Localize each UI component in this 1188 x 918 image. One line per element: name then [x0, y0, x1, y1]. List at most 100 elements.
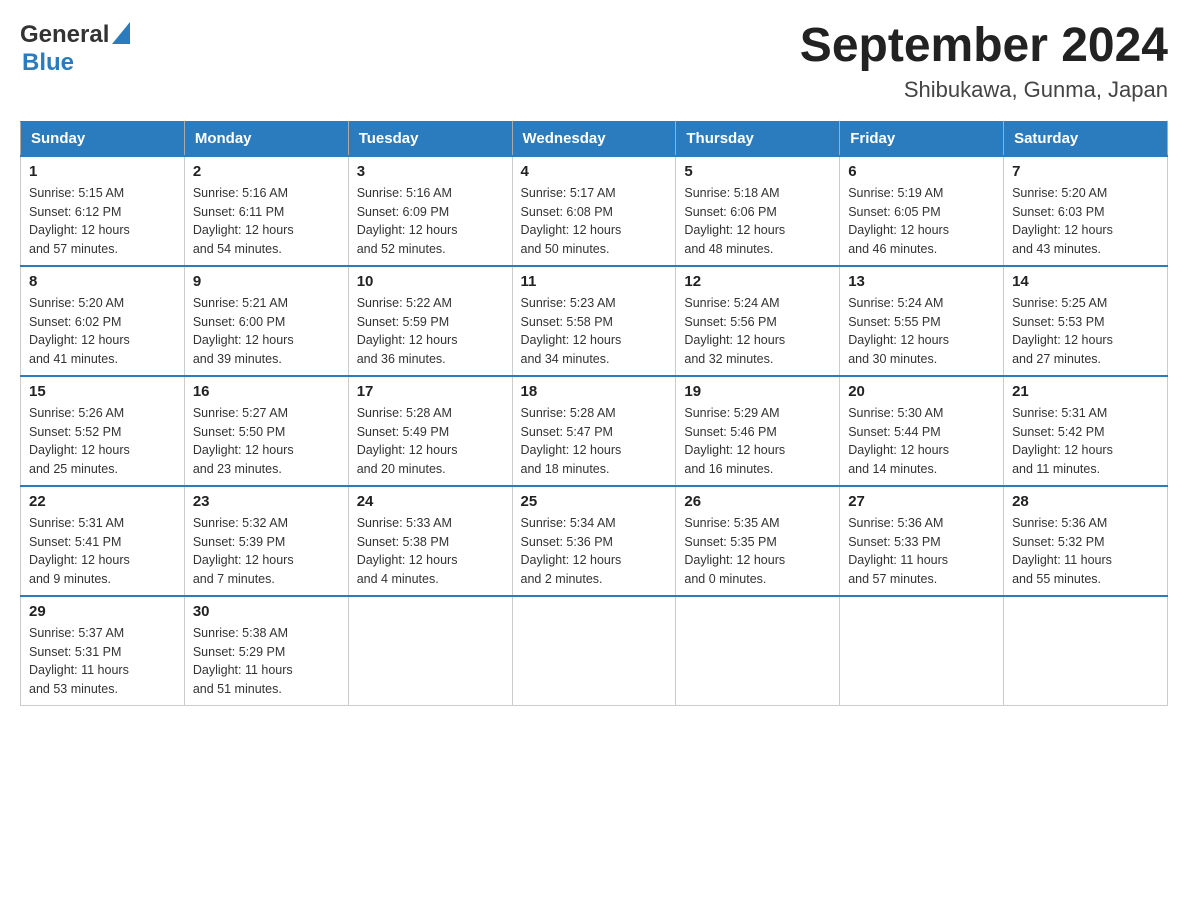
calendar-cell: 16 Sunrise: 5:27 AM Sunset: 5:50 PM Dayl… — [184, 376, 348, 486]
day-info: Sunrise: 5:36 AM Sunset: 5:32 PM Dayligh… — [1012, 514, 1159, 589]
logo-blue-text: Blue — [22, 49, 74, 76]
day-info: Sunrise: 5:24 AM Sunset: 5:56 PM Dayligh… — [684, 294, 831, 369]
calendar-cell: 4 Sunrise: 5:17 AM Sunset: 6:08 PM Dayli… — [512, 156, 676, 266]
calendar-cell: 6 Sunrise: 5:19 AM Sunset: 6:05 PM Dayli… — [840, 156, 1004, 266]
day-info: Sunrise: 5:24 AM Sunset: 5:55 PM Dayligh… — [848, 294, 995, 369]
calendar-cell — [840, 596, 1004, 706]
day-number: 10 — [357, 273, 504, 290]
calendar-cell: 24 Sunrise: 5:33 AM Sunset: 5:38 PM Dayl… — [348, 486, 512, 596]
day-number: 2 — [193, 163, 340, 180]
day-number: 4 — [521, 163, 668, 180]
calendar-week-row: 8 Sunrise: 5:20 AM Sunset: 6:02 PM Dayli… — [21, 266, 1168, 376]
day-info: Sunrise: 5:33 AM Sunset: 5:38 PM Dayligh… — [357, 514, 504, 589]
header-thursday: Thursday — [676, 121, 840, 156]
calendar-cell: 29 Sunrise: 5:37 AM Sunset: 5:31 PM Dayl… — [21, 596, 185, 706]
day-info: Sunrise: 5:20 AM Sunset: 6:03 PM Dayligh… — [1012, 184, 1159, 259]
calendar-cell: 3 Sunrise: 5:16 AM Sunset: 6:09 PM Dayli… — [348, 156, 512, 266]
day-number: 28 — [1012, 493, 1159, 510]
day-info: Sunrise: 5:34 AM Sunset: 5:36 PM Dayligh… — [521, 514, 668, 589]
calendar-cell: 13 Sunrise: 5:24 AM Sunset: 5:55 PM Dayl… — [840, 266, 1004, 376]
day-number: 11 — [521, 273, 668, 290]
logo: General Blue — [20, 20, 130, 77]
weekday-header-row: Sunday Monday Tuesday Wednesday Thursday… — [21, 121, 1168, 156]
calendar-cell: 7 Sunrise: 5:20 AM Sunset: 6:03 PM Dayli… — [1004, 156, 1168, 266]
day-number: 5 — [684, 163, 831, 180]
day-number: 22 — [29, 493, 176, 510]
calendar-cell: 8 Sunrise: 5:20 AM Sunset: 6:02 PM Dayli… — [21, 266, 185, 376]
calendar-cell: 9 Sunrise: 5:21 AM Sunset: 6:00 PM Dayli… — [184, 266, 348, 376]
calendar-cell: 23 Sunrise: 5:32 AM Sunset: 5:39 PM Dayl… — [184, 486, 348, 596]
day-number: 27 — [848, 493, 995, 510]
calendar-cell: 28 Sunrise: 5:36 AM Sunset: 5:32 PM Dayl… — [1004, 486, 1168, 596]
calendar-cell — [512, 596, 676, 706]
day-info: Sunrise: 5:18 AM Sunset: 6:06 PM Dayligh… — [684, 184, 831, 259]
calendar-week-row: 29 Sunrise: 5:37 AM Sunset: 5:31 PM Dayl… — [21, 596, 1168, 706]
calendar-cell: 30 Sunrise: 5:38 AM Sunset: 5:29 PM Dayl… — [184, 596, 348, 706]
day-info: Sunrise: 5:25 AM Sunset: 5:53 PM Dayligh… — [1012, 294, 1159, 369]
day-info: Sunrise: 5:37 AM Sunset: 5:31 PM Dayligh… — [29, 624, 176, 699]
day-number: 3 — [357, 163, 504, 180]
day-info: Sunrise: 5:20 AM Sunset: 6:02 PM Dayligh… — [29, 294, 176, 369]
day-info: Sunrise: 5:26 AM Sunset: 5:52 PM Dayligh… — [29, 404, 176, 479]
day-info: Sunrise: 5:35 AM Sunset: 5:35 PM Dayligh… — [684, 514, 831, 589]
day-number: 9 — [193, 273, 340, 290]
calendar-week-row: 15 Sunrise: 5:26 AM Sunset: 5:52 PM Dayl… — [21, 376, 1168, 486]
day-info: Sunrise: 5:22 AM Sunset: 5:59 PM Dayligh… — [357, 294, 504, 369]
calendar-cell: 14 Sunrise: 5:25 AM Sunset: 5:53 PM Dayl… — [1004, 266, 1168, 376]
day-number: 21 — [1012, 383, 1159, 400]
header-saturday: Saturday — [1004, 121, 1168, 156]
calendar-cell — [1004, 596, 1168, 706]
calendar-week-row: 1 Sunrise: 5:15 AM Sunset: 6:12 PM Dayli… — [21, 156, 1168, 266]
day-info: Sunrise: 5:36 AM Sunset: 5:33 PM Dayligh… — [848, 514, 995, 589]
calendar-cell: 17 Sunrise: 5:28 AM Sunset: 5:49 PM Dayl… — [348, 376, 512, 486]
calendar-cell: 19 Sunrise: 5:29 AM Sunset: 5:46 PM Dayl… — [676, 376, 840, 486]
day-number: 8 — [29, 273, 176, 290]
day-number: 16 — [193, 383, 340, 400]
day-number: 19 — [684, 383, 831, 400]
day-info: Sunrise: 5:21 AM Sunset: 6:00 PM Dayligh… — [193, 294, 340, 369]
calendar-cell: 27 Sunrise: 5:36 AM Sunset: 5:33 PM Dayl… — [840, 486, 1004, 596]
calendar-week-row: 22 Sunrise: 5:31 AM Sunset: 5:41 PM Dayl… — [21, 486, 1168, 596]
day-info: Sunrise: 5:32 AM Sunset: 5:39 PM Dayligh… — [193, 514, 340, 589]
day-info: Sunrise: 5:15 AM Sunset: 6:12 PM Dayligh… — [29, 184, 176, 259]
logo-general-text: General — [20, 21, 109, 49]
calendar-cell: 25 Sunrise: 5:34 AM Sunset: 5:36 PM Dayl… — [512, 486, 676, 596]
title-area: September 2024 Shibukawa, Gunma, Japan — [800, 20, 1168, 103]
logo-triangle-icon — [112, 22, 130, 44]
day-info: Sunrise: 5:16 AM Sunset: 6:11 PM Dayligh… — [193, 184, 340, 259]
day-number: 29 — [29, 603, 176, 620]
day-info: Sunrise: 5:28 AM Sunset: 5:47 PM Dayligh… — [521, 404, 668, 479]
day-number: 15 — [29, 383, 176, 400]
day-info: Sunrise: 5:27 AM Sunset: 5:50 PM Dayligh… — [193, 404, 340, 479]
day-info: Sunrise: 5:31 AM Sunset: 5:42 PM Dayligh… — [1012, 404, 1159, 479]
header-friday: Friday — [840, 121, 1004, 156]
day-info: Sunrise: 5:19 AM Sunset: 6:05 PM Dayligh… — [848, 184, 995, 259]
day-info: Sunrise: 5:30 AM Sunset: 5:44 PM Dayligh… — [848, 404, 995, 479]
day-number: 14 — [1012, 273, 1159, 290]
calendar-cell: 1 Sunrise: 5:15 AM Sunset: 6:12 PM Dayli… — [21, 156, 185, 266]
day-info: Sunrise: 5:31 AM Sunset: 5:41 PM Dayligh… — [29, 514, 176, 589]
calendar-cell — [348, 596, 512, 706]
calendar-cell: 2 Sunrise: 5:16 AM Sunset: 6:11 PM Dayli… — [184, 156, 348, 266]
month-title: September 2024 — [800, 20, 1168, 73]
day-number: 17 — [357, 383, 504, 400]
day-number: 26 — [684, 493, 831, 510]
header-wednesday: Wednesday — [512, 121, 676, 156]
day-info: Sunrise: 5:17 AM Sunset: 6:08 PM Dayligh… — [521, 184, 668, 259]
header-monday: Monday — [184, 121, 348, 156]
calendar-cell: 15 Sunrise: 5:26 AM Sunset: 5:52 PM Dayl… — [21, 376, 185, 486]
day-number: 6 — [848, 163, 995, 180]
day-info: Sunrise: 5:16 AM Sunset: 6:09 PM Dayligh… — [357, 184, 504, 259]
calendar-cell: 22 Sunrise: 5:31 AM Sunset: 5:41 PM Dayl… — [21, 486, 185, 596]
location-subtitle: Shibukawa, Gunma, Japan — [800, 77, 1168, 103]
calendar-cell: 11 Sunrise: 5:23 AM Sunset: 5:58 PM Dayl… — [512, 266, 676, 376]
page-header: General Blue September 2024 Shibukawa, G… — [20, 20, 1168, 103]
calendar-cell: 10 Sunrise: 5:22 AM Sunset: 5:59 PM Dayl… — [348, 266, 512, 376]
day-number: 18 — [521, 383, 668, 400]
calendar-cell: 12 Sunrise: 5:24 AM Sunset: 5:56 PM Dayl… — [676, 266, 840, 376]
day-info: Sunrise: 5:28 AM Sunset: 5:49 PM Dayligh… — [357, 404, 504, 479]
header-tuesday: Tuesday — [348, 121, 512, 156]
day-info: Sunrise: 5:23 AM Sunset: 5:58 PM Dayligh… — [521, 294, 668, 369]
day-info: Sunrise: 5:29 AM Sunset: 5:46 PM Dayligh… — [684, 404, 831, 479]
calendar-cell: 5 Sunrise: 5:18 AM Sunset: 6:06 PM Dayli… — [676, 156, 840, 266]
